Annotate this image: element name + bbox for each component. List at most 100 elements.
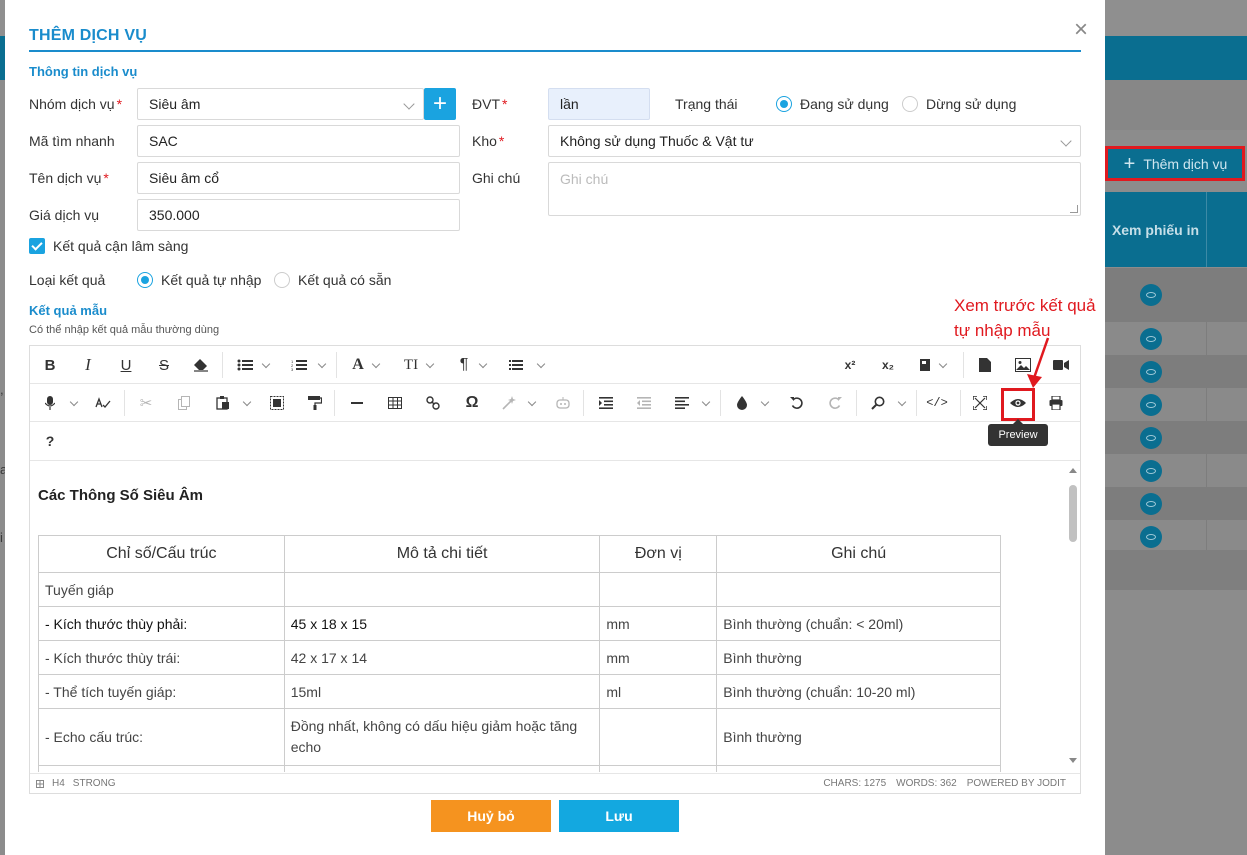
close-icon[interactable]: × (1069, 18, 1093, 42)
status-radio-active[interactable]: Đang sử dụng (776, 93, 889, 115)
undo-button[interactable] (786, 389, 808, 417)
chevron-down-icon[interactable] (536, 359, 546, 369)
view-print-eye-icon[interactable] (1140, 361, 1162, 383)
italic-button[interactable]: I (78, 351, 98, 379)
chevron-down-icon[interactable] (527, 397, 537, 407)
chevron-down-icon[interactable] (760, 397, 770, 407)
document-button[interactable] (974, 351, 996, 379)
status-radio-inactive[interactable]: Dừng sử dụng (902, 93, 1016, 115)
table-cell[interactable]: Đồng nhất, không có dấu hiệu giảm hoặc t… (283, 708, 601, 766)
file-button[interactable] (915, 351, 935, 379)
chevron-down-icon[interactable] (701, 397, 711, 407)
paraclinical-checkbox[interactable]: Kết quả cận lâm sàng (29, 238, 188, 254)
copy-button[interactable] (173, 389, 195, 417)
underline-button[interactable]: U (116, 351, 136, 379)
table-cell[interactable]: 45 x 18 x 15 (283, 606, 601, 641)
table-cell[interactable] (38, 765, 285, 772)
link-button[interactable] (422, 389, 444, 417)
redo-button[interactable] (824, 389, 846, 417)
table-cell[interactable]: Bình thường (chuẩn: 10-20 ml) (716, 674, 1001, 709)
format-painter-button[interactable] (304, 389, 326, 417)
table-cell[interactable]: Tuyến giáp (38, 572, 285, 607)
warehouse-select[interactable]: Không sử dụng Thuốc & Vật tư (548, 125, 1081, 157)
chevron-down-icon[interactable] (478, 359, 488, 369)
ai-commands-button[interactable] (552, 389, 574, 417)
add-group-button[interactable]: + (424, 88, 456, 120)
table-cell[interactable]: ml (599, 674, 718, 709)
chevron-down-icon[interactable] (425, 359, 435, 369)
chevron-down-icon[interactable] (371, 359, 381, 369)
table-cell[interactable]: - Kích thước thùy trái: (38, 640, 285, 675)
view-print-eye-icon[interactable] (1140, 284, 1162, 306)
table-cell[interactable]: - Echo cấu trúc: (38, 708, 285, 766)
table-cell[interactable]: Bình thường (chuẩn: < 20ml) (716, 606, 1001, 641)
table-cell[interactable] (283, 572, 601, 607)
table-cell[interactable] (716, 572, 1001, 607)
powered-by[interactable]: POWERED BY JODIT (967, 778, 1066, 789)
brush-color-button[interactable] (731, 389, 753, 417)
table-button[interactable] (384, 389, 406, 417)
find-button[interactable] (867, 389, 889, 417)
speech-button[interactable] (40, 389, 60, 417)
ai-assistant-button[interactable] (498, 389, 520, 417)
outdent-button[interactable] (633, 389, 655, 417)
table-cell[interactable]: 42 x 17 x 14 (283, 640, 601, 675)
source-code-button[interactable]: </> (926, 389, 948, 417)
table-cell[interactable]: - Kích thước thùy phải: (38, 606, 285, 641)
chevron-down-icon[interactable] (69, 397, 79, 407)
table-cell[interactable]: - Thể tích tuyến giáp: (38, 674, 285, 709)
classes-button[interactable] (506, 351, 526, 379)
view-print-eye-icon[interactable] (1140, 427, 1162, 449)
chevron-down-icon[interactable] (938, 359, 948, 369)
path-item[interactable]: STRONG (73, 778, 116, 789)
paragraph-button[interactable]: ¶ (454, 351, 474, 379)
help-button[interactable]: ? (40, 427, 60, 455)
chevron-down-icon[interactable] (242, 397, 252, 407)
table-cell[interactable] (716, 765, 1001, 772)
result-type-manual-radio[interactable]: Kết quả tự nhập (137, 269, 261, 291)
quick-code-input[interactable]: SAC (137, 125, 460, 157)
chevron-down-icon[interactable] (897, 397, 907, 407)
indent-button[interactable] (595, 389, 617, 417)
unit-input[interactable]: lần (548, 88, 650, 120)
table-cell[interactable]: mm (599, 606, 718, 641)
special-char-button[interactable]: Ω (461, 389, 483, 417)
select-all-button[interactable] (266, 389, 288, 417)
path-item[interactable]: H4 (52, 778, 65, 789)
table-cell[interactable]: Bình thường (716, 640, 1001, 675)
print-button[interactable] (1045, 389, 1067, 417)
cut-button[interactable]: ✂ (135, 389, 157, 417)
scroll-thumb[interactable] (1069, 485, 1077, 542)
note-textarea[interactable]: Ghi chú (548, 162, 1081, 216)
price-input[interactable]: 350.000 (137, 199, 460, 231)
table-cell[interactable] (599, 765, 718, 772)
view-print-eye-icon[interactable] (1140, 394, 1162, 416)
table-cell[interactable]: mm (599, 640, 718, 675)
table-cell[interactable] (283, 765, 601, 772)
strikethrough-button[interactable]: S (154, 351, 174, 379)
numbered-list-button[interactable]: 123 (288, 351, 310, 379)
view-print-eye-icon[interactable] (1140, 328, 1162, 350)
result-type-preset-radio[interactable]: Kết quả có sẵn (274, 269, 391, 291)
scroll-up-icon[interactable] (1069, 468, 1077, 473)
spellcheck-button[interactable] (92, 389, 114, 417)
align-button[interactable] (671, 389, 693, 417)
eraser-button[interactable] (190, 351, 212, 379)
chevron-down-icon[interactable] (317, 359, 327, 369)
table-cell[interactable]: Bình thường (716, 708, 1001, 766)
fullscreen-button[interactable] (969, 389, 991, 417)
font-size-button[interactable]: TI (400, 351, 422, 379)
table-cell[interactable]: 15ml (283, 674, 601, 709)
superscript-button[interactable]: x² (840, 351, 860, 379)
bullet-list-button[interactable] (234, 351, 256, 379)
chevron-down-icon[interactable] (261, 359, 271, 369)
paste-button[interactable] (212, 389, 234, 417)
subscript-button[interactable]: x₂ (878, 351, 898, 379)
view-print-eye-icon[interactable] (1140, 460, 1162, 482)
view-print-eye-icon[interactable] (1140, 526, 1162, 548)
editor-scrollbar[interactable] (1066, 461, 1080, 772)
bold-button[interactable]: B (40, 351, 60, 379)
table-cell[interactable] (599, 572, 718, 607)
editor-content[interactable]: Các Thông Số Siêu Âm Chỉ số/Cấu trúc Mô … (30, 461, 1066, 772)
font-button[interactable]: A (348, 351, 368, 379)
